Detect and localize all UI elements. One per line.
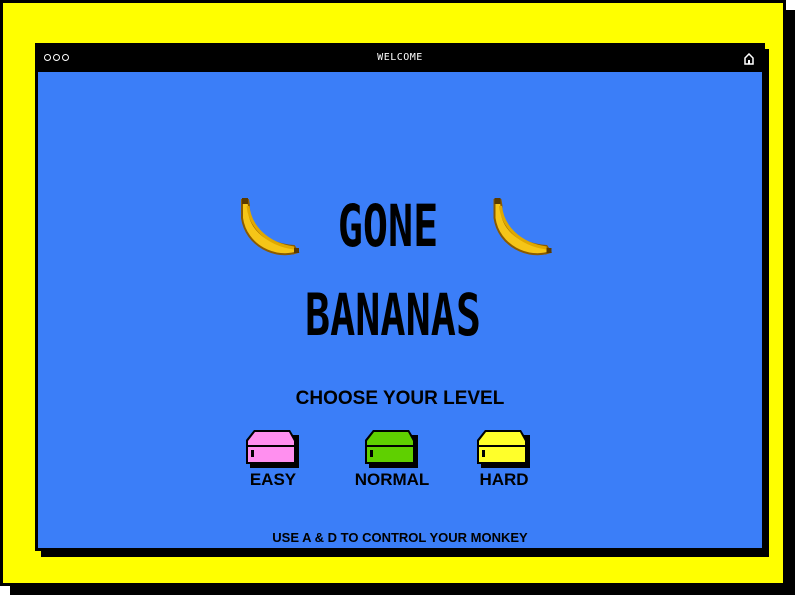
window-titlebar: WELCOME [38,46,762,72]
welcome-window: WELCOME GONE BANANAS CHOOSE YOUR LEVEL E… [35,43,765,551]
banana-icon [241,198,300,256]
window-title: WELCOME [377,52,423,63]
disk-icon [365,430,418,468]
level-easy-button[interactable]: EASY [243,430,303,490]
level-normal-button[interactable]: NORMAL [352,430,432,490]
level-normal-label: NORMAL [354,470,430,489]
level-hard-button[interactable]: HARD [474,430,534,490]
disk-icon [246,430,299,468]
home-icon[interactable] [744,53,754,65]
level-easy-label: EASY [249,470,297,489]
controls-instructions: USE A & D TO CONTROL YOUR MONKEY [272,530,528,545]
outer-frame: WELCOME GONE BANANAS CHOOSE YOUR LEVEL E… [0,0,786,586]
choose-level-heading: CHOOSE YOUR LEVEL [295,388,505,409]
game-title-line2: BANANAS [305,281,481,349]
level-hard-label: HARD [479,470,529,489]
banana-icon [493,198,553,256]
game-title-line1: GONE [337,192,439,260]
disk-icon [477,430,530,468]
